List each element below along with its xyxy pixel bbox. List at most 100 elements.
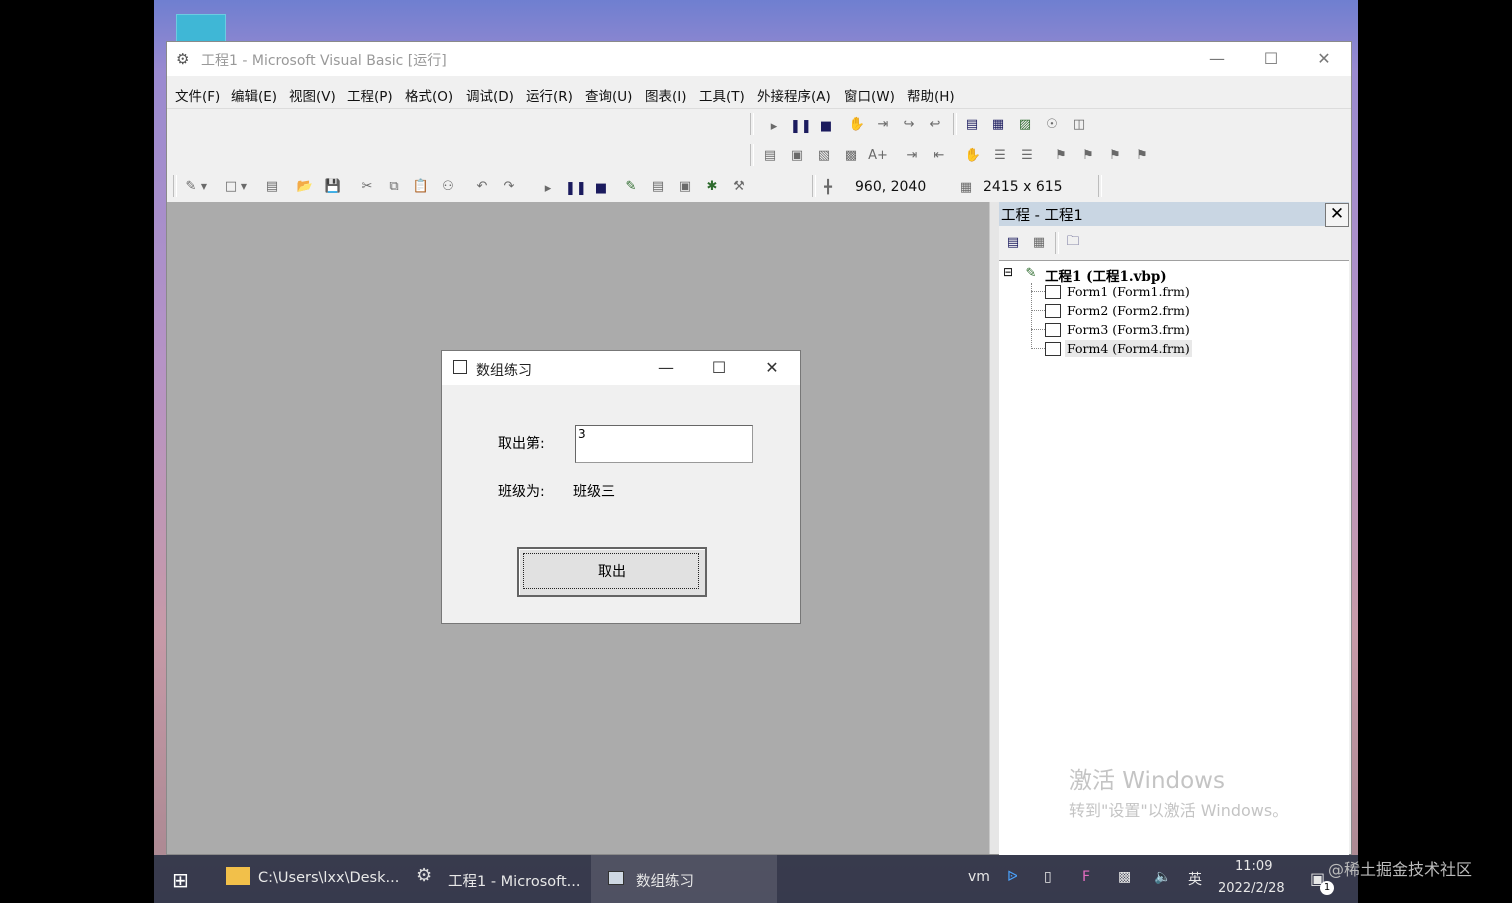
- window-titlebar[interactable]: ⚙ 工程1 - Microsoft Visual Basic [运行] — ☐ …: [167, 42, 1351, 76]
- vmware-icon[interactable]: vm: [968, 869, 990, 885]
- menu-diagram[interactable]: 图表(I): [645, 85, 687, 105]
- app-tray-icon[interactable]: F: [1082, 869, 1090, 885]
- tree-item-form2[interactable]: Form2 (Form2.frm): [1067, 303, 1190, 318]
- quick-info-icon[interactable]: ▧: [814, 146, 834, 166]
- tree-project-root[interactable]: 工程1 (工程1.vbp): [1045, 265, 1167, 285]
- toggle-breakpoint-icon[interactable]: ✋: [963, 146, 983, 166]
- usb-icon[interactable]: ▯: [1044, 869, 1052, 885]
- complete-word-icon[interactable]: A+: [868, 146, 888, 166]
- break-icon[interactable]: ❚❚: [565, 179, 587, 199]
- undo-icon[interactable]: ↶: [472, 177, 492, 197]
- form-icon: [1045, 323, 1061, 337]
- menu-view[interactable]: 视图(V): [289, 85, 336, 105]
- taskbar-item-vb[interactable]: 工程1 - Microsoft...: [448, 870, 581, 891]
- stop-icon[interactable]: ■: [816, 117, 836, 137]
- toolbox-icon[interactable]: ⚒: [729, 177, 749, 197]
- uncomment-block-icon[interactable]: ☰: [1017, 146, 1037, 166]
- menu-file[interactable]: 文件(F): [175, 85, 220, 105]
- menu-run[interactable]: 运行(R): [526, 85, 573, 105]
- form-layout-icon[interactable]: ▣: [675, 177, 695, 197]
- properties-window-icon[interactable]: ▤: [648, 177, 668, 197]
- previous-bookmark-icon[interactable]: ⚑: [1105, 146, 1125, 166]
- breakpoint-hand-icon[interactable]: ✋: [847, 115, 867, 135]
- toggle-folders-icon[interactable]: 🗀: [1063, 232, 1083, 252]
- add-project-dropdown-icon[interactable]: ▼: [199, 177, 209, 197]
- menu-tools[interactable]: 工具(T): [699, 85, 745, 105]
- window-maximize-button[interactable]: ☐: [1245, 42, 1297, 76]
- menu-edit[interactable]: 编辑(E): [231, 85, 277, 105]
- open-project-icon[interactable]: 📂: [295, 177, 315, 197]
- end-icon[interactable]: ■: [591, 179, 611, 199]
- taskbar-item-form[interactable]: 数组练习: [636, 870, 694, 891]
- menu-project[interactable]: 工程(P): [347, 85, 393, 105]
- index-input[interactable]: 3: [575, 425, 753, 463]
- form-minimize-button[interactable]: —: [640, 351, 692, 385]
- tree-item-form3[interactable]: Form3 (Form3.frm): [1067, 322, 1190, 337]
- clock-date[interactable]: 2022/2/28: [1218, 881, 1285, 896]
- cut-icon[interactable]: ✂: [357, 177, 377, 197]
- volume-icon[interactable]: 🔈: [1154, 869, 1171, 885]
- step-into-icon[interactable]: ⇥: [873, 115, 893, 135]
- tree-collapse-icon[interactable]: ⊟: [1003, 265, 1013, 279]
- menu-editor-icon[interactable]: ▤: [262, 177, 282, 197]
- bluetooth-icon[interactable]: ᐉ: [1007, 869, 1018, 885]
- form-titlebar[interactable]: 数组练习 — ☐ ✕: [442, 351, 800, 385]
- desktop-shortcut-icon[interactable]: [176, 14, 226, 44]
- clock-time[interactable]: 11:09: [1235, 859, 1272, 874]
- call-stack-icon[interactable]: ◫: [1069, 115, 1089, 135]
- indent-icon[interactable]: ⇥: [902, 146, 922, 166]
- add-form-icon[interactable]: □: [221, 177, 241, 197]
- form-close-button[interactable]: ✕: [746, 351, 798, 385]
- window-close-button[interactable]: ✕: [1298, 42, 1350, 76]
- comment-block-icon[interactable]: ☰: [990, 146, 1010, 166]
- tree-item-form4[interactable]: Form4 (Form4.frm): [1065, 340, 1192, 357]
- list-constants-icon[interactable]: ▣: [787, 146, 807, 166]
- project-explorer-title: 工程 - 工程1: [1001, 208, 1083, 224]
- form-maximize-button[interactable]: ☐: [693, 351, 745, 385]
- immediate-window-icon[interactable]: ▦: [988, 115, 1008, 135]
- project-explorer-close-button[interactable]: ✕: [1325, 203, 1349, 227]
- add-project-icon[interactable]: ✎: [181, 177, 201, 197]
- project-explorer-icon[interactable]: ✎: [621, 177, 641, 197]
- step-over-icon[interactable]: ↪: [899, 115, 919, 135]
- menu-window[interactable]: 窗口(W): [844, 85, 895, 105]
- take-index-label: 取出第:: [498, 436, 545, 452]
- quick-watch-icon[interactable]: ☉: [1042, 115, 1062, 135]
- find-icon[interactable]: ⚇: [438, 177, 458, 197]
- locals-window-icon[interactable]: ▤: [962, 115, 982, 135]
- outdent-icon[interactable]: ⇤: [929, 146, 949, 166]
- add-form-dropdown-icon[interactable]: ▼: [239, 177, 249, 197]
- ime-indicator[interactable]: 英: [1188, 869, 1202, 889]
- taskbar-item-explorer[interactable]: C:\Users\lxx\Desk...: [258, 870, 399, 886]
- menu-addins[interactable]: 外接程序(A): [757, 85, 831, 105]
- window-minimize-button[interactable]: —: [1191, 42, 1243, 76]
- copy-icon[interactable]: ⧉: [384, 177, 404, 197]
- watch-window-icon[interactable]: ▨: [1015, 115, 1035, 135]
- taskbar: ⊞ C:\Users\lxx\Desk... ⚙ 工程1 - Microsoft…: [154, 855, 1358, 903]
- parameter-info-icon[interactable]: ▩: [841, 146, 861, 166]
- toggle-bookmark-icon[interactable]: ⚑: [1051, 146, 1071, 166]
- tree-item-form1[interactable]: Form1 (Form1.frm): [1067, 284, 1190, 299]
- menu-query[interactable]: 查询(U): [585, 85, 632, 105]
- network-icon[interactable]: ▩: [1118, 869, 1131, 885]
- position-icon: ╋: [824, 180, 832, 195]
- clear-bookmarks-icon[interactable]: ⚑: [1132, 146, 1152, 166]
- redo-icon[interactable]: ↷: [499, 177, 519, 197]
- menu-help[interactable]: 帮助(H): [907, 85, 955, 105]
- take-button[interactable]: 取出: [517, 547, 707, 597]
- start-icon[interactable]: ▸: [538, 179, 558, 199]
- menu-debug[interactable]: 调试(D): [466, 85, 514, 105]
- next-bookmark-icon[interactable]: ⚑: [1078, 146, 1098, 166]
- windows-start-icon[interactable]: ⊞: [172, 868, 189, 892]
- view-code-icon[interactable]: ▤: [1003, 233, 1023, 253]
- paste-icon[interactable]: 📋: [411, 177, 431, 197]
- list-properties-icon[interactable]: ▤: [760, 146, 780, 166]
- view-object-icon[interactable]: ▦: [1029, 233, 1049, 253]
- run-icon[interactable]: ▸: [764, 117, 784, 137]
- menu-format[interactable]: 格式(O): [405, 85, 453, 105]
- object-browser-icon[interactable]: ✱: [702, 177, 722, 197]
- project-explorer-titlebar[interactable]: 工程 - 工程1 ✕: [999, 202, 1349, 227]
- step-out-icon[interactable]: ↩: [925, 115, 945, 135]
- pause-icon[interactable]: ❚❚: [790, 117, 812, 137]
- save-project-icon[interactable]: 💾: [323, 177, 343, 197]
